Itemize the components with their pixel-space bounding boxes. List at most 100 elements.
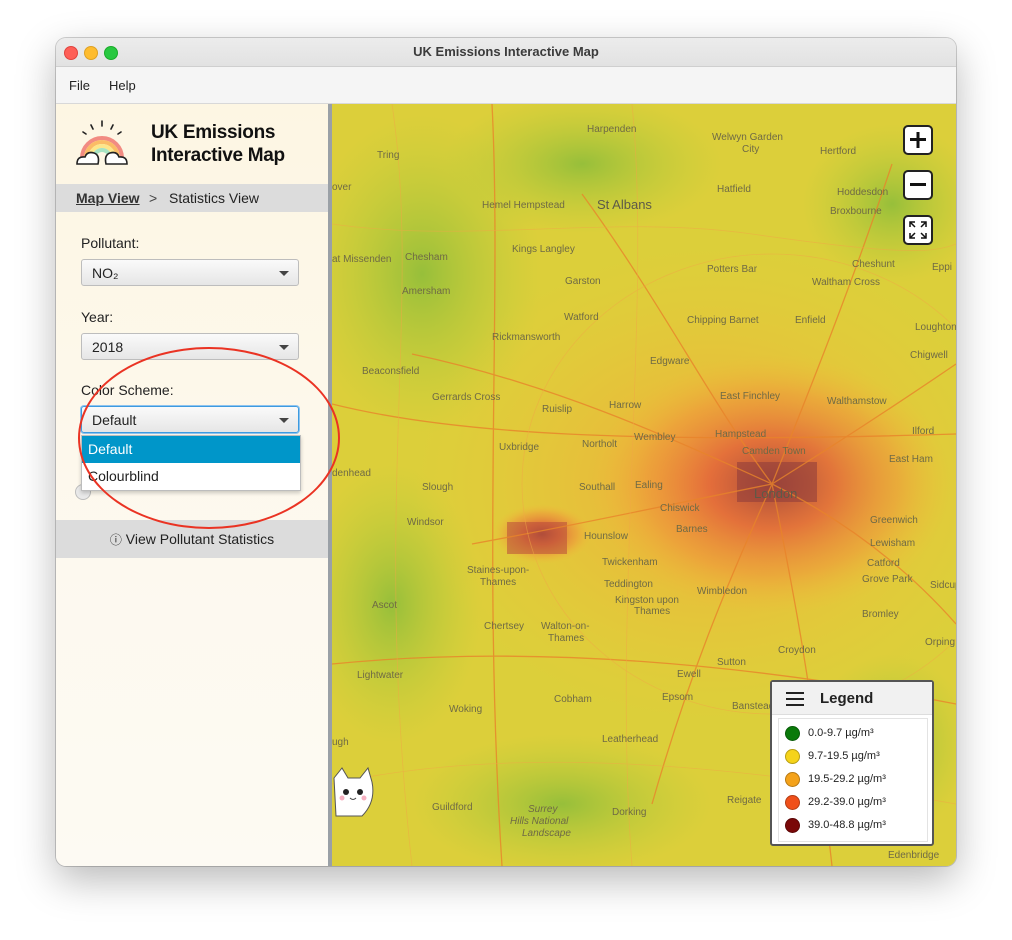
- place-label: Wembley: [634, 432, 676, 443]
- window-title: UK Emissions Interactive Map: [413, 44, 599, 59]
- place-label: Rickmansworth: [492, 332, 561, 343]
- place-label: Surrey: [528, 804, 558, 815]
- place-label: Hertford: [820, 146, 857, 157]
- pollutant-select[interactable]: NO₂: [81, 259, 299, 286]
- legend-swatch: [785, 795, 800, 810]
- breadcrumb: Map View > Statistics View: [56, 184, 328, 212]
- place-label: Loughton: [915, 322, 956, 333]
- place-label: Croydon: [778, 645, 816, 656]
- chevron-down-icon: [279, 271, 289, 276]
- menu-file[interactable]: File: [69, 78, 90, 93]
- expand-icon: [909, 221, 927, 239]
- place-label: Greenwich: [870, 515, 918, 526]
- place-label: Northolt: [582, 439, 618, 450]
- place-label: denhead: [332, 468, 371, 479]
- place-label: Garston: [565, 276, 601, 287]
- place-label: Edgware: [650, 356, 690, 367]
- legend-swatch: [785, 749, 800, 764]
- year-label: Year:: [81, 309, 114, 325]
- place-label: Windsor: [407, 517, 444, 528]
- place-label: Amersham: [402, 286, 451, 297]
- legend-item: 29.2-39.0 µg/m³: [785, 793, 925, 813]
- place-label: Ealing: [635, 480, 663, 491]
- place-label: London: [754, 486, 798, 501]
- place-label: Sidcup: [930, 580, 956, 591]
- legend-header: Legend: [772, 682, 932, 715]
- emissions-map[interactable]: Harpenden Welwyn Garden City Tring Hertf…: [332, 104, 956, 866]
- highlight-annotation: [78, 347, 340, 529]
- place-label: Sutton: [717, 657, 746, 668]
- place-label: Ilford: [912, 426, 935, 437]
- legend-list: 0.0-9.7 µg/m³ 9.7-19.5 µg/m³ 19.5-29.2 µ…: [778, 718, 928, 842]
- place-label: Dorking: [612, 807, 647, 818]
- menu-help[interactable]: Help: [109, 78, 136, 93]
- place-label: Teddington: [604, 579, 653, 590]
- place-label: Chipping Barnet: [687, 315, 759, 326]
- place-label: Walton-on-: [541, 621, 590, 632]
- place-label: Ruislip: [542, 404, 573, 415]
- legend-swatch: [785, 818, 800, 833]
- place-label: Thames: [548, 633, 585, 644]
- legend-swatch: [785, 772, 800, 787]
- place-label: Hemel Hempstead: [482, 200, 565, 211]
- place-label: Landscape: [522, 828, 571, 839]
- place-label: Hounslow: [584, 531, 628, 542]
- place-label: Thames: [480, 577, 517, 588]
- place-label: Reigate: [727, 795, 762, 806]
- place-label: Bromley: [862, 609, 899, 620]
- place-label: Chesham: [405, 252, 448, 263]
- place-label: Hampstead: [715, 429, 767, 440]
- place-label: Barnes: [676, 524, 708, 535]
- place-label: East Finchley: [720, 391, 781, 402]
- rainbow-cloud-icon: [76, 120, 128, 165]
- place-label: Lightwater: [357, 670, 404, 681]
- place-label: Tring: [377, 150, 400, 161]
- hamburger-icon[interactable]: [786, 692, 804, 706]
- place-label: Twickenham: [602, 557, 658, 568]
- place-label: Woking: [449, 704, 483, 715]
- place-label: Waltham Cross: [812, 277, 880, 288]
- place-label: ugh: [332, 737, 349, 748]
- place-label: Staines-upon-: [467, 565, 530, 576]
- legend-item: 19.5-29.2 µg/m³: [785, 770, 925, 790]
- breadcrumb-separator: >: [149, 190, 158, 206]
- place-label: Broxbourne: [830, 206, 882, 217]
- place-label: Lewisham: [870, 538, 916, 549]
- plus-icon: [910, 132, 926, 148]
- place-label: Southall: [579, 482, 616, 493]
- place-label: over: [332, 182, 352, 193]
- place-label: Catford: [867, 558, 900, 569]
- chevron-down-icon: [279, 345, 289, 350]
- menu-bar: File Help: [56, 67, 956, 104]
- legend-item: 39.0-48.8 µg/m³: [785, 816, 925, 836]
- place-label: Beaconsfield: [362, 366, 420, 377]
- place-label: Chigwell: [910, 350, 948, 361]
- zoom-out-button[interactable]: [903, 170, 933, 200]
- place-label: City: [742, 144, 760, 155]
- place-label: Leatherhead: [602, 734, 659, 745]
- place-label: Harpenden: [587, 124, 637, 135]
- place-label: Ascot: [372, 600, 398, 611]
- info-icon: ⓘ: [109, 533, 122, 547]
- place-label: Kingston upon: [615, 595, 679, 606]
- place-label: St Albans: [597, 197, 652, 212]
- view-statistics-label: View Pollutant Statistics: [125, 531, 275, 547]
- cat-mascot-icon: [333, 766, 374, 817]
- place-label: Cobham: [554, 694, 592, 705]
- zoom-in-button[interactable]: [903, 125, 933, 155]
- breadcrumb-map-view[interactable]: Map View: [76, 190, 140, 206]
- legend-panel: Legend 0.0-9.7 µg/m³ 9.7-19.5 µg/m³ 19.5…: [770, 680, 934, 846]
- legend-item: 9.7-19.5 µg/m³: [785, 747, 925, 767]
- place-label: Potters Bar: [707, 264, 758, 275]
- place-label: Watford: [564, 312, 599, 323]
- breadcrumb-statistics-view[interactable]: Statistics View: [169, 190, 259, 206]
- place-label: Gerrards Cross: [432, 392, 501, 403]
- legend-item: 0.0-9.7 µg/m³: [785, 724, 925, 744]
- pollutant-label: Pollutant:: [81, 235, 140, 251]
- place-label: Banstead: [732, 701, 775, 712]
- place-label: Guildford: [432, 802, 473, 813]
- place-label: Chertsey: [484, 621, 525, 632]
- fullscreen-button[interactable]: [903, 215, 933, 245]
- place-label: Chiswick: [660, 503, 700, 514]
- place-label: Edenbridge: [888, 850, 940, 861]
